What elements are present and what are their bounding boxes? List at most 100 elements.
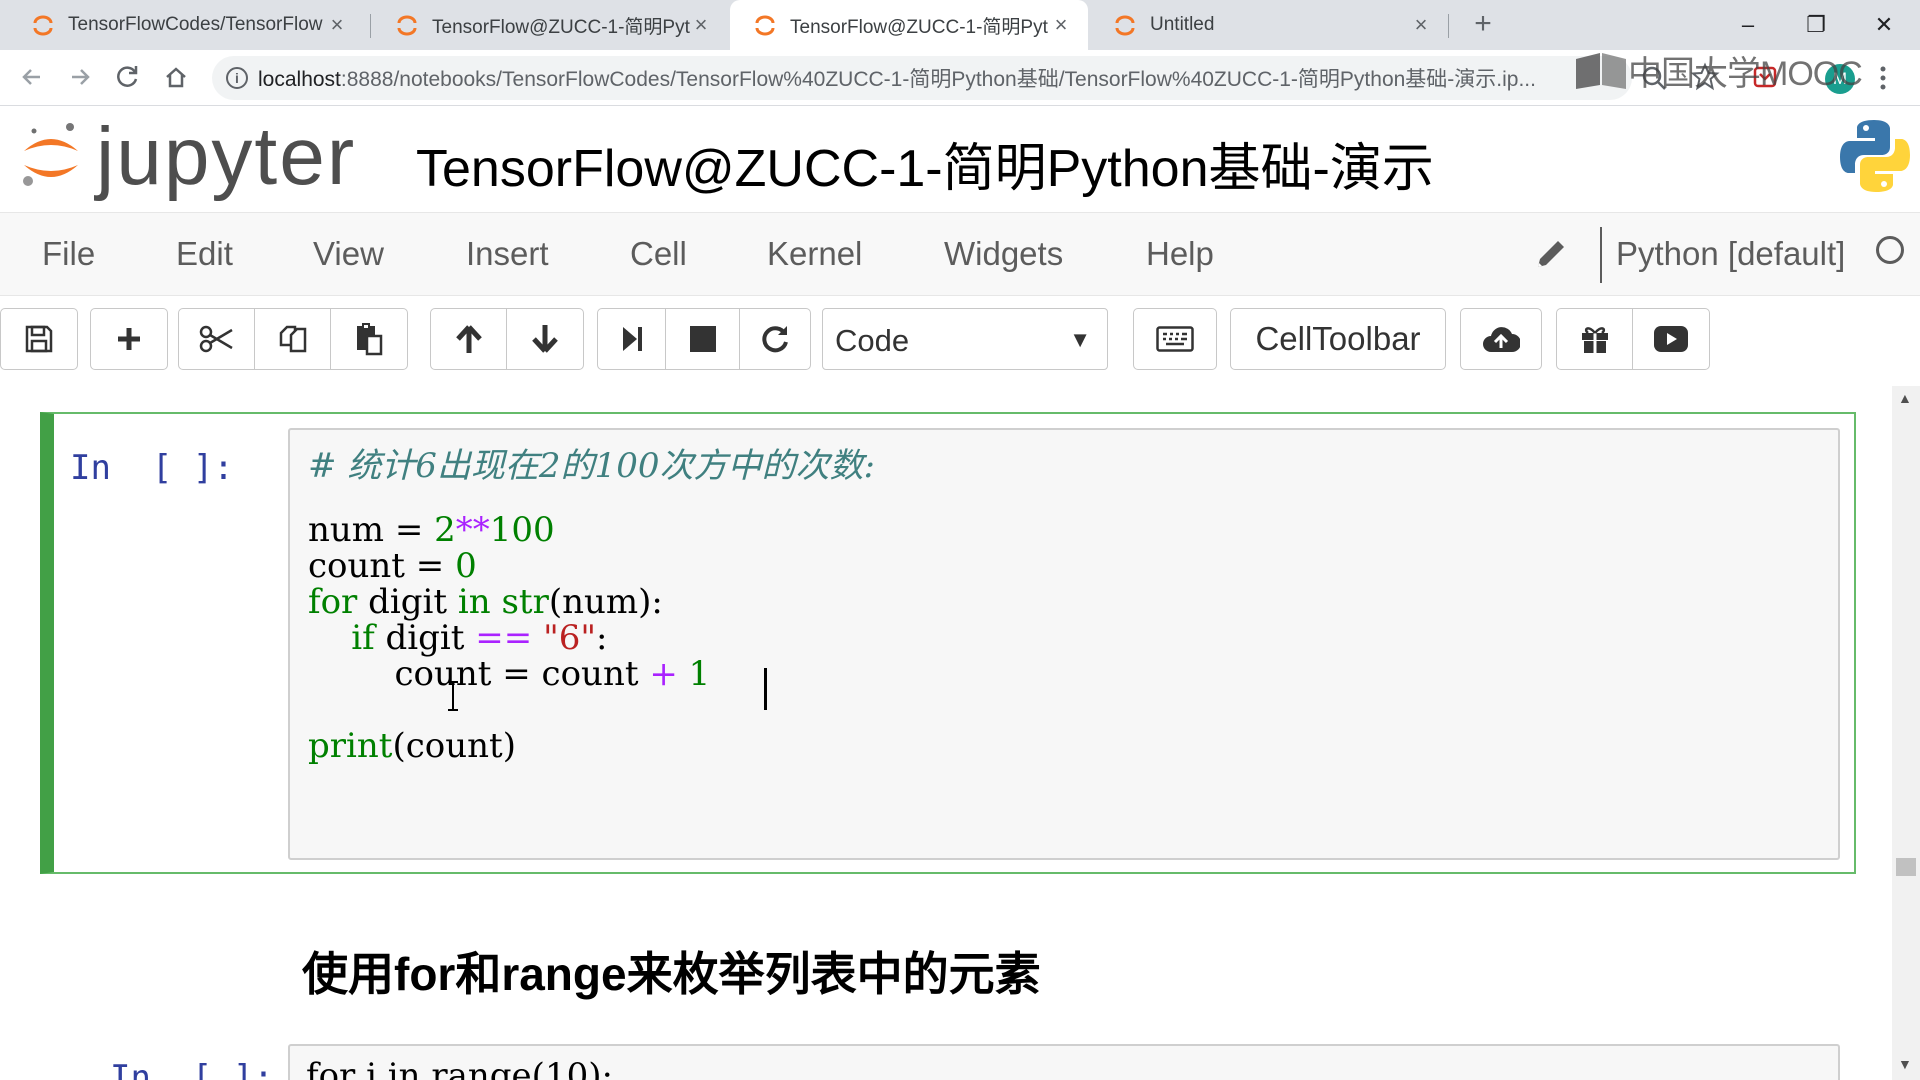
code-line: if digit == "6":	[308, 618, 607, 658]
notebook-title[interactable]: TensorFlow@ZUCC-1-简明Python基础-演示	[416, 126, 1434, 201]
insert-cell-below-button[interactable]	[91, 309, 167, 369]
browser-tab-1[interactable]: TensorFlowCodes/TensorFlow ×	[8, 0, 364, 50]
scissors-icon	[199, 325, 233, 353]
menu-widgets[interactable]: Widgets	[944, 235, 1063, 273]
code-line: count = 0	[308, 546, 477, 586]
forward-arrow-icon[interactable]	[62, 59, 98, 95]
browser-tab-3-active[interactable]: TensorFlow@ZUCC-1-简明Pyt ×	[730, 0, 1088, 50]
upload-button[interactable]	[1461, 309, 1541, 369]
input-prompt: In [ ]:	[110, 1058, 274, 1080]
slideshow-button[interactable]	[1633, 309, 1709, 369]
browser-tab-2[interactable]: TensorFlow@ZUCC-1-简明Pyt ×	[372, 0, 728, 50]
menu-view[interactable]: View	[313, 235, 384, 273]
code-builtin: print	[308, 726, 393, 766]
restart-kernel-button[interactable]	[740, 309, 810, 369]
browser-menu-icon[interactable]	[1878, 64, 1888, 92]
cut-cell-button[interactable]	[179, 309, 255, 369]
jupyter-favicon-icon	[755, 15, 775, 36]
scrollbar-thumb[interactable]	[1896, 858, 1916, 876]
code-editor[interactable]: # 统计6出现在2的100次方中的次数: num = 2**100 count …	[288, 428, 1840, 860]
menu-cell[interactable]: Cell	[630, 235, 687, 273]
code-number: 1	[688, 654, 711, 694]
run-cell-button[interactable]	[598, 309, 666, 369]
tab-close-icon[interactable]: ×	[690, 12, 712, 38]
gift-button[interactable]	[1557, 309, 1633, 369]
mooc-watermark-text: 中国大学MOOC	[1628, 55, 1863, 93]
tab-title: Untitled	[1150, 14, 1215, 35]
cell-type-value: Code	[835, 323, 910, 358]
site-info-icon[interactable]: i	[226, 67, 248, 89]
copy-icon	[279, 325, 306, 353]
code-token: =	[384, 510, 435, 550]
minimize-window-button[interactable]: –	[1728, 8, 1768, 42]
code-builtin: str	[501, 582, 549, 622]
move-cell-down-button[interactable]	[507, 309, 583, 369]
code-keyword: for	[308, 582, 358, 622]
cell-type-select[interactable]: Code ▼	[822, 308, 1108, 370]
code-string: "6"	[543, 618, 596, 658]
kernel-separator	[1600, 227, 1602, 283]
jupyter-logo-icon	[23, 123, 78, 186]
jupyter-logo[interactable]: jupyter	[20, 116, 356, 198]
save-button[interactable]	[1, 309, 77, 369]
restore-window-button[interactable]: ❐	[1796, 8, 1836, 42]
home-icon[interactable]	[158, 59, 194, 95]
url-host: localhost	[258, 68, 341, 91]
command-palette-button[interactable]	[1134, 309, 1216, 369]
reload-icon[interactable]	[110, 59, 146, 95]
notebook-container[interactable]: In [ ]: # 统计6出现在2的100次方中的次数: num = 2**10…	[0, 386, 1920, 1080]
menu-file[interactable]: File	[42, 235, 95, 273]
code-operator: ==	[475, 618, 533, 658]
move-group	[430, 308, 584, 370]
scroll-down-arrow-icon[interactable]: ▼	[1898, 1056, 1912, 1072]
scrollbar[interactable]	[1892, 386, 1920, 1080]
close-window-button[interactable]: ✕	[1864, 8, 1904, 42]
menu-help[interactable]: Help	[1146, 235, 1214, 273]
tab-close-icon[interactable]: ×	[1410, 12, 1432, 38]
code-token: (count)	[392, 726, 516, 766]
menu-bar: File Edit View Insert Cell Kernel Widget…	[0, 212, 1920, 296]
tab-close-icon[interactable]: ×	[1050, 12, 1072, 38]
paste-icon	[357, 323, 383, 356]
code-token: digit	[357, 582, 458, 622]
code-token: (num):	[548, 582, 663, 622]
celltoolbar-button[interactable]: CellToolbar	[1230, 308, 1446, 370]
code-line: for i in range(10):	[306, 1056, 613, 1080]
run-group	[597, 308, 811, 370]
plus-icon	[118, 328, 140, 350]
scroll-up-arrow-icon[interactable]: ▲	[1898, 390, 1912, 406]
upload-group	[1460, 308, 1542, 370]
menu-edit[interactable]: Edit	[176, 235, 233, 273]
interrupt-kernel-button[interactable]	[666, 309, 740, 369]
copy-cell-button[interactable]	[255, 309, 331, 369]
kernel-name: Python [default]	[1616, 235, 1846, 272]
new-tab-button[interactable]: +	[1466, 8, 1500, 42]
code-number: 100	[489, 510, 555, 550]
tab-close-icon[interactable]: ×	[326, 12, 348, 38]
paste-cell-button[interactable]	[331, 309, 407, 369]
browser-tab-4[interactable]: Untitled ×	[1090, 0, 1448, 50]
tab-title: TensorFlow@ZUCC-1-简明Pyt	[790, 16, 1048, 38]
code-token: num	[308, 510, 385, 550]
text-cursor	[764, 668, 767, 710]
menu-kernel[interactable]: Kernel	[767, 235, 862, 273]
back-arrow-icon[interactable]	[14, 59, 50, 95]
stop-icon	[689, 326, 716, 352]
mooc-watermark: 中国大学MOOC	[1574, 46, 1863, 95]
arrow-down-icon	[532, 325, 558, 353]
code-token: count = count	[308, 654, 650, 694]
url-input[interactable]: i localhost:8888/notebooks/TensorFlowCod…	[212, 56, 1632, 100]
markdown-heading[interactable]: 使用for和range来枚举列表中的元素	[302, 938, 1041, 1004]
code-operator: **	[455, 510, 490, 550]
move-cell-up-button[interactable]	[431, 309, 507, 369]
menu-insert[interactable]: Insert	[466, 235, 549, 273]
code-number: 0	[455, 546, 477, 586]
code-number: 2	[434, 510, 456, 550]
browser-tab-strip: TensorFlowCodes/TensorFlow × TensorFlow@…	[0, 0, 1920, 50]
url-text: localhost:8888/notebooks/TensorFlowCodes…	[258, 63, 1536, 93]
tab-separator	[370, 14, 371, 38]
edit-mode-pencil-icon	[1532, 235, 1570, 273]
code-line: num = 2**100	[308, 510, 555, 550]
